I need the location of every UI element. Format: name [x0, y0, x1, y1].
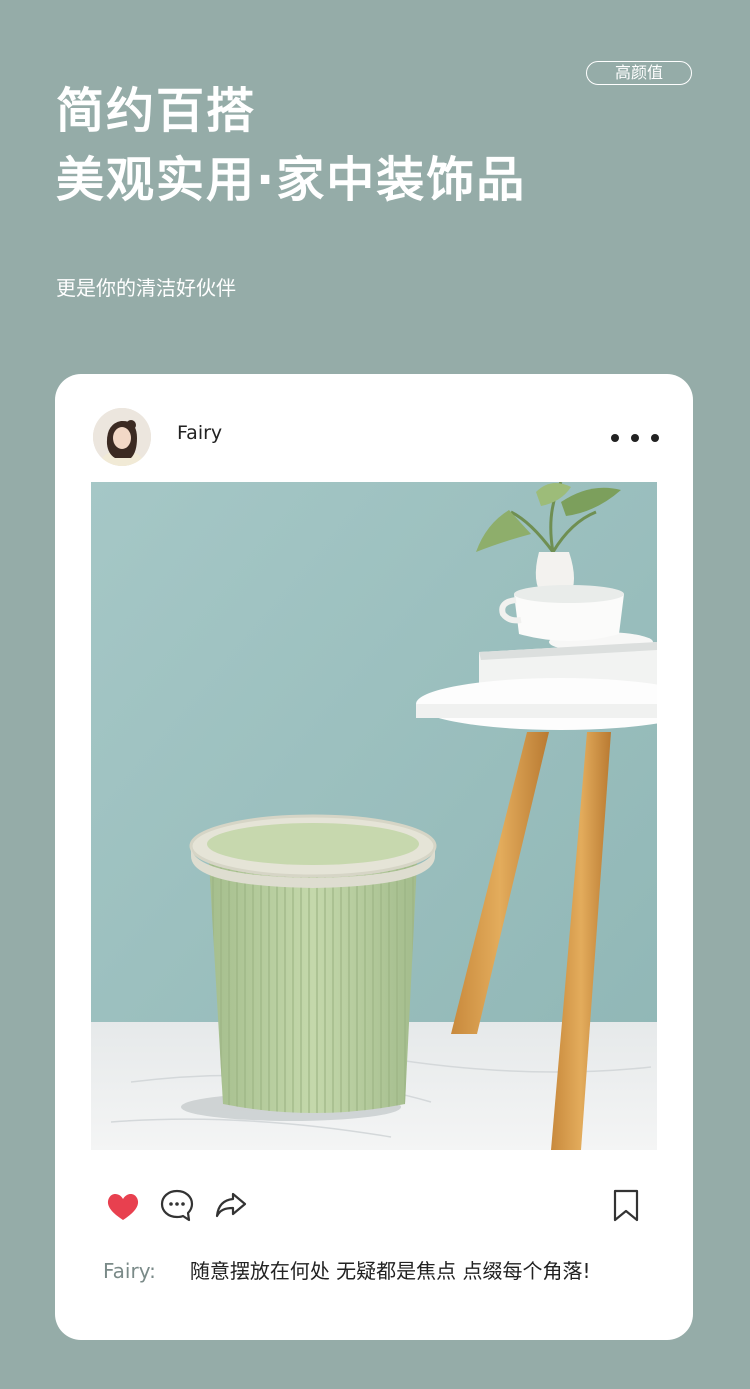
bookmark-icon[interactable] — [608, 1187, 644, 1223]
social-post-card: Fairy Fairy: 随意摆放在何处 无疑都是焦点 点缀每个角落! — [55, 374, 693, 1340]
heart-icon[interactable] — [105, 1189, 141, 1225]
post-username[interactable]: Fairy — [177, 420, 222, 446]
caption-text: 随意摆放在何处 无疑都是焦点 点缀每个角落! — [189, 1259, 591, 1283]
high-looks-badge: 高颜值 — [586, 61, 692, 85]
subtitle: 更是你的清洁好伙伴 — [56, 276, 236, 300]
headline-line-2: 美观实用·家中装饰品 — [56, 152, 527, 208]
more-icon[interactable] — [611, 426, 659, 450]
headline-line-1: 简约百搭 — [56, 83, 257, 139]
post-caption: Fairy: 随意摆放在何处 无疑都是焦点 点缀每个角落! — [103, 1257, 591, 1285]
comment-icon[interactable] — [159, 1187, 195, 1223]
avatar[interactable] — [93, 408, 151, 466]
product-photo — [91, 482, 657, 1150]
share-icon[interactable] — [213, 1187, 249, 1223]
caption-username[interactable]: Fairy: — [103, 1259, 156, 1283]
